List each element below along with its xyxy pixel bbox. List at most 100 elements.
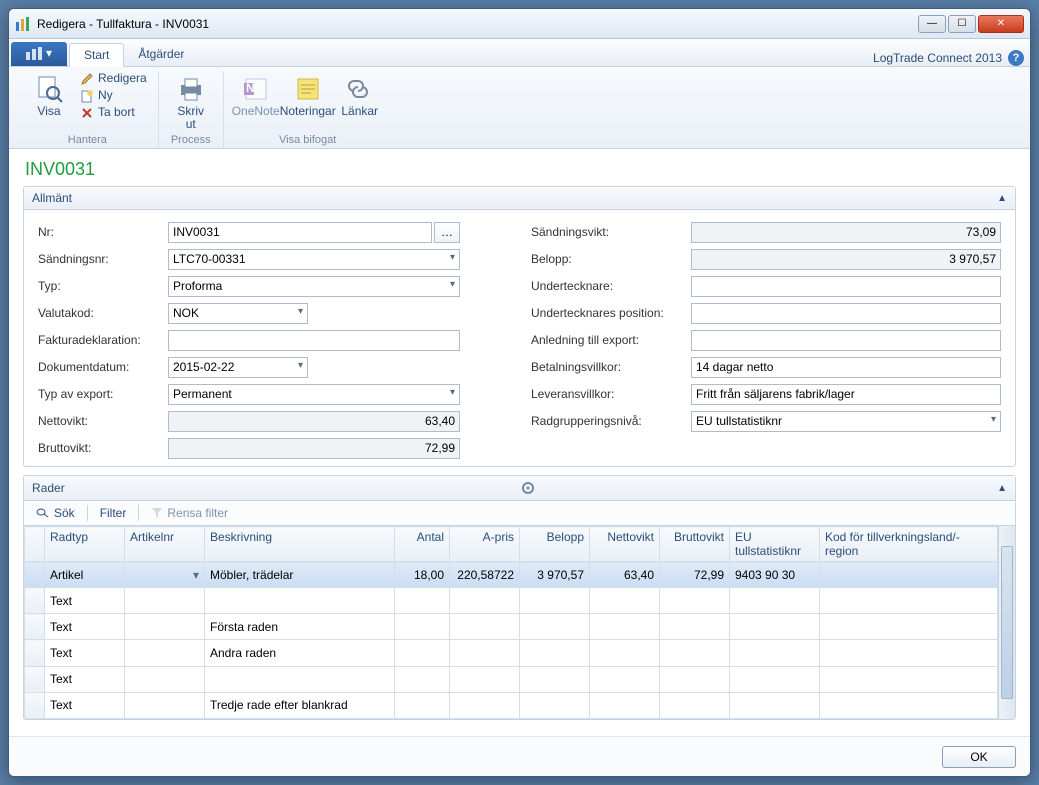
tabort-button[interactable]: Ta bort [77, 105, 150, 121]
collapse-icon[interactable]: ▲ [997, 193, 1007, 204]
bruttovikt-field [168, 438, 460, 459]
minimize-button[interactable]: — [918, 15, 946, 33]
visa-button[interactable]: Visa [25, 71, 73, 120]
label-dokumentdatum: Dokumentdatum: [38, 360, 168, 374]
page-title: INV0031 [25, 159, 1016, 180]
pencil-icon [80, 72, 94, 86]
typ-export-field[interactable] [168, 384, 460, 405]
notes-icon [292, 73, 324, 105]
noteringar-button[interactable]: Noteringar [284, 71, 332, 120]
ribbon-group-visa-bifogat: N OneNote Noteringar Länkar Vis [224, 71, 392, 148]
nr-lookup-button[interactable]: … [434, 222, 460, 243]
table-row[interactable]: Artikel▾Möbler, trädelar18,00220,587223 … [25, 562, 998, 588]
col-eu[interactable]: EU tullstatistiknr [730, 527, 820, 562]
table-row[interactable]: TextAndra raden [25, 640, 998, 666]
lankar-button[interactable]: Länkar [336, 71, 384, 120]
clear-filter-icon [151, 507, 163, 519]
label-sandningsnr: Sändningsnr: [38, 252, 168, 266]
label-leveransvillkor: Leveransvillkor: [531, 387, 691, 401]
sandningsvikt-field [691, 222, 1001, 243]
col-kod[interactable]: Kod för tillverkningsland/-region [820, 527, 998, 562]
label-typ: Typ: [38, 279, 168, 293]
svg-text:N: N [246, 81, 255, 95]
label-bruttovikt: Bruttovikt: [38, 441, 168, 455]
app-icon [15, 16, 31, 32]
new-icon [80, 89, 94, 103]
sandningsnr-field[interactable] [168, 249, 460, 270]
label-nr: Nr: [38, 225, 168, 239]
ny-button[interactable]: Ny [77, 88, 150, 104]
magnifier-icon [33, 73, 65, 105]
footer: OK [9, 736, 1030, 776]
label-radgrupperingsniva: Radgrupperingsnivå: [531, 414, 691, 428]
redigera-button[interactable]: Redigera [77, 71, 150, 87]
links-icon [344, 73, 376, 105]
label-typ-export: Typ av export: [38, 387, 168, 401]
typ-field[interactable] [168, 276, 460, 297]
dokumentdatum-field[interactable] [168, 357, 308, 378]
section-header-allmant[interactable]: Allmänt ▲ [24, 187, 1015, 210]
printer-icon [175, 73, 207, 105]
file-tab[interactable]: ▾ [11, 42, 67, 66]
gear-icon[interactable] [520, 480, 536, 496]
help-icon[interactable]: ? [1008, 50, 1024, 66]
label-anledning-export: Anledning till export: [531, 333, 691, 347]
rader-toolbar: Sök Filter Rensa filter [24, 501, 1015, 526]
content-area: INV0031 Allmänt ▲ Nr: … Sändningsnr: [9, 149, 1030, 736]
col-belopp[interactable]: Belopp [520, 527, 590, 562]
anledning-export-field[interactable] [691, 330, 1001, 351]
belopp-field [691, 249, 1001, 270]
undertecknare-field[interactable] [691, 276, 1001, 297]
section-title-rader: Rader [32, 481, 65, 495]
vertical-scrollbar[interactable] [998, 526, 1015, 719]
delete-icon [80, 106, 94, 120]
ribbon: Visa Redigera Ny Ta bort [9, 67, 1030, 149]
valutakod-field[interactable] [168, 303, 308, 324]
filter-button[interactable]: Filter [94, 504, 133, 522]
col-artikelnr[interactable]: Artikelnr [125, 527, 205, 562]
table-row[interactable]: TextFörsta raden [25, 614, 998, 640]
rader-grid[interactable]: Radtyp Artikelnr Beskrivning Antal A-pri… [24, 526, 998, 719]
nr-field[interactable] [168, 222, 432, 243]
undertecknares-position-field[interactable] [691, 303, 1001, 324]
leveransvillkor-field[interactable] [691, 384, 1001, 405]
label-valutakod: Valutakod: [38, 306, 168, 320]
tab-actions[interactable]: Åtgärder [124, 42, 198, 66]
skriv-ut-button[interactable]: Skriv ut [167, 71, 215, 133]
label-sandningsvikt: Sändningsvikt: [531, 225, 691, 239]
onenote-button[interactable]: N OneNote [232, 71, 280, 120]
col-apris[interactable]: A-pris [450, 527, 520, 562]
label-belopp: Belopp: [531, 252, 691, 266]
col-nettovikt[interactable]: Nettovikt [590, 527, 660, 562]
table-row[interactable]: Text [25, 666, 998, 692]
ok-button[interactable]: OK [942, 746, 1016, 768]
search-icon [36, 507, 50, 519]
ribbon-group-label-hantera: Hantera [68, 134, 107, 148]
section-header-rader[interactable]: Rader ▲ [24, 476, 1015, 501]
ribbon-group-process: Skriv ut Process [159, 71, 224, 148]
rensa-filter-button[interactable]: Rensa filter [145, 504, 234, 522]
svg-text:▾: ▾ [46, 47, 52, 60]
col-antal[interactable]: Antal [395, 527, 450, 562]
radgrupperingsniva-field[interactable] [691, 411, 1001, 432]
label-betalningsvillkor: Betalningsvillkor: [531, 360, 691, 374]
col-beskrivning[interactable]: Beskrivning [205, 527, 395, 562]
maximize-button[interactable]: ☐ [948, 15, 976, 33]
brand-text: LogTrade Connect 2013 [873, 51, 1002, 65]
table-row[interactable]: TextTredje rade efter blankrad [25, 692, 998, 718]
label-fakturadeklaration: Fakturadeklaration: [38, 333, 168, 347]
sok-button[interactable]: Sök [30, 504, 81, 522]
col-radtyp[interactable]: Radtyp [45, 527, 125, 562]
section-allmant: Allmänt ▲ Nr: … Sändningsnr: Typ: [23, 186, 1016, 467]
collapse-icon-rader[interactable]: ▲ [997, 483, 1007, 494]
section-rader: Rader ▲ Sök Filter Rensa filter [23, 475, 1016, 720]
fakturadeklaration-field[interactable] [168, 330, 460, 351]
onenote-icon: N [240, 73, 272, 105]
tab-start[interactable]: Start [69, 43, 124, 67]
close-button[interactable]: ✕ [978, 15, 1024, 33]
table-row[interactable]: Text [25, 588, 998, 614]
betalningsvillkor-field[interactable] [691, 357, 1001, 378]
grid-header-row: Radtyp Artikelnr Beskrivning Antal A-pri… [25, 527, 998, 562]
menubar: ▾ Start Åtgärder LogTrade Connect 2013 ? [9, 39, 1030, 67]
col-bruttovikt[interactable]: Bruttovikt [660, 527, 730, 562]
